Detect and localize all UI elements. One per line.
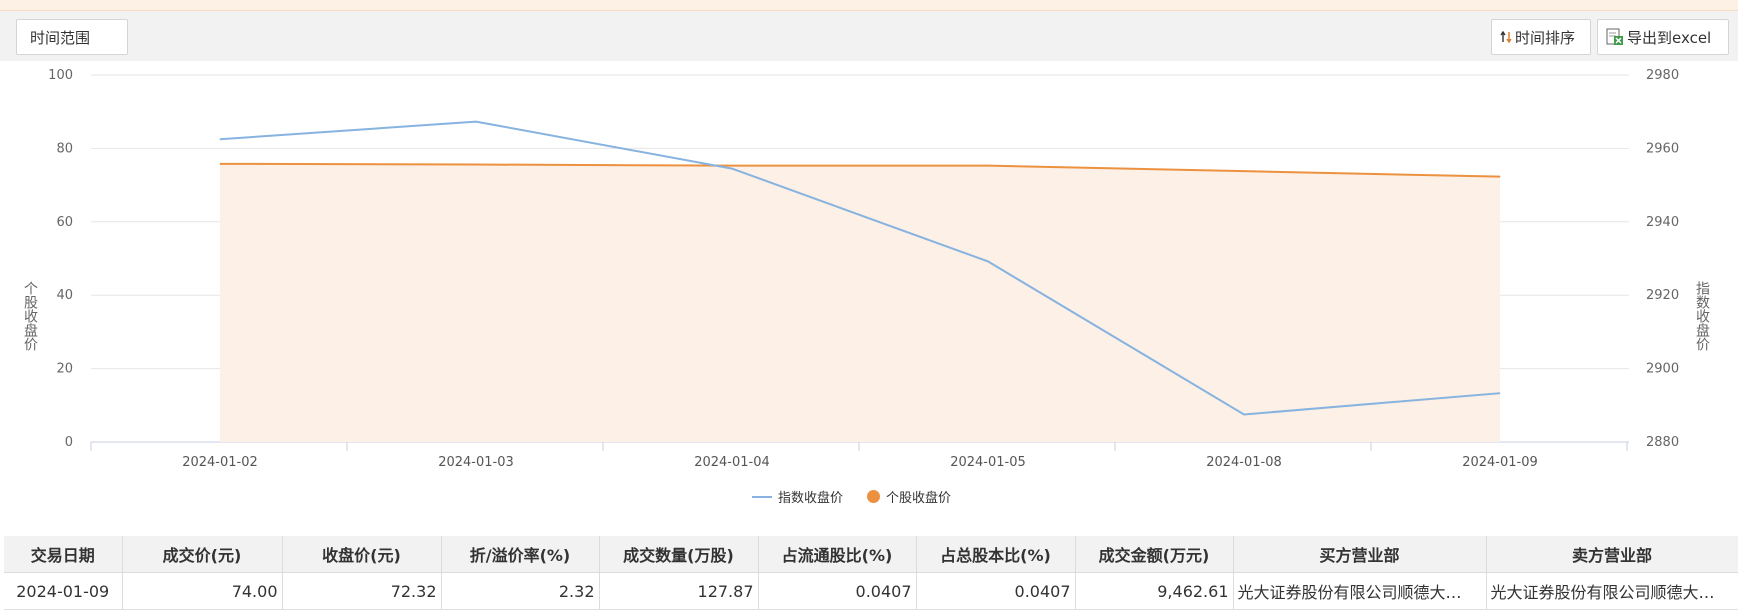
y-left-tick-label: 60 bbox=[56, 215, 73, 230]
legend-stock-label: 个股收盘价 bbox=[886, 491, 952, 506]
y-axis-left-title: 个股收盘价 bbox=[22, 281, 38, 351]
index-data-point bbox=[475, 121, 477, 123]
time-range-button[interactable]: 时间范围 bbox=[16, 19, 128, 55]
export-excel-button[interactable]: 导出到excel bbox=[1597, 19, 1729, 55]
cell-total-ratio: 0.0407 bbox=[916, 572, 1076, 610]
index-data-point bbox=[1243, 413, 1245, 415]
legend-item-stock[interactable]: 个股收盘价 bbox=[867, 487, 951, 506]
cell-close-price: 72.32 bbox=[282, 572, 442, 610]
cell-amount: 9,462.61 bbox=[1075, 572, 1234, 610]
x-tick-label: 2024-01-03 bbox=[438, 455, 514, 470]
stock-data-point bbox=[475, 164, 477, 166]
col-header-total-ratio[interactable]: 占总股本比(%) bbox=[916, 536, 1076, 573]
y-left-tick-label: 0 bbox=[65, 435, 73, 450]
chart-svg: 100 80 60 40 20 0 2980 2960 2940 2920 2900 2880 2024… bbox=[48, 68, 1679, 470]
cell-date: 2024-01-09 bbox=[4, 572, 123, 610]
col-header-float-ratio[interactable]: 占流通股比(%) bbox=[758, 536, 917, 573]
col-header-premium-rate[interactable]: 折/溢价率(%) bbox=[441, 536, 600, 573]
time-range-label: 时间范围 bbox=[30, 28, 91, 47]
cell-seller[interactable]: 光大证券股份有限公司顺德大… bbox=[1486, 572, 1738, 610]
y-left-tick-label: 40 bbox=[56, 288, 73, 303]
col-header-date[interactable]: 交易日期 bbox=[4, 536, 123, 573]
stock-series-area bbox=[220, 163, 1500, 442]
excel-icon bbox=[1606, 28, 1624, 46]
x-tick-label: 2024-01-09 bbox=[1462, 455, 1538, 470]
stock-data-point bbox=[1243, 170, 1245, 172]
col-header-close-price[interactable]: 收盘价(元) bbox=[282, 536, 442, 573]
index-data-point bbox=[219, 138, 221, 140]
stock-data-point bbox=[1499, 176, 1501, 178]
y-right-tick-label: 2980 bbox=[1646, 68, 1679, 83]
x-tick-label: 2024-01-02 bbox=[182, 455, 258, 470]
y-left-tick-label: 20 bbox=[56, 362, 73, 377]
cell-buyer[interactable]: 光大证券股份有限公司顺德大… bbox=[1233, 572, 1487, 610]
x-tick-label: 2024-01-08 bbox=[1206, 455, 1282, 470]
cell-volume: 127.87 bbox=[599, 572, 759, 610]
y-right-tick-label: 2880 bbox=[1646, 435, 1679, 450]
y-right-tick-label: 2940 bbox=[1646, 215, 1679, 230]
export-excel-label: 导出到excel bbox=[1627, 28, 1712, 47]
legend-item-index[interactable]: 指数收盘价 bbox=[752, 487, 843, 506]
col-header-buyer[interactable]: 买方营业部 bbox=[1233, 536, 1487, 573]
col-header-amount[interactable]: 成交金额(万元) bbox=[1075, 536, 1234, 573]
time-sort-label: 时间排序 bbox=[1515, 28, 1576, 47]
index-data-point bbox=[731, 168, 733, 170]
x-tick-label: 2024-01-04 bbox=[694, 455, 770, 470]
col-header-volume[interactable]: 成交数量(万股) bbox=[599, 536, 759, 573]
y-right-tick-label: 2920 bbox=[1646, 288, 1679, 303]
legend-index-label: 指数收盘价 bbox=[778, 491, 844, 506]
stock-data-point bbox=[219, 163, 221, 165]
col-header-seller[interactable]: 卖方营业部 bbox=[1486, 536, 1738, 573]
col-header-trade-price[interactable]: 成交价(元) bbox=[122, 536, 283, 573]
block-trade-table: 交易日期 成交价(元) 收盘价(元) 折/溢价率(%) 成交数量(万股) 占流通… bbox=[4, 536, 1738, 610]
time-sort-button[interactable]: 时间排序 bbox=[1491, 19, 1591, 55]
table-header-row: 交易日期 成交价(元) 收盘价(元) 折/溢价率(%) 成交数量(万股) 占流通… bbox=[4, 536, 1738, 573]
cell-float-ratio: 0.0407 bbox=[758, 572, 917, 610]
stock-data-point bbox=[987, 165, 989, 167]
index-data-point bbox=[1499, 392, 1501, 394]
y-axis-right-title: 指数收盘价 bbox=[1694, 281, 1710, 351]
index-data-point bbox=[987, 260, 989, 262]
stock-series-swatch bbox=[867, 490, 881, 503]
cell-trade-price: 74.00 bbox=[122, 572, 283, 610]
cell-premium-rate: 2.32 bbox=[441, 572, 600, 610]
y-right-tick-label: 2960 bbox=[1646, 141, 1679, 156]
index-series-swatch bbox=[752, 495, 772, 498]
toolbar bbox=[0, 11, 1738, 61]
y-left-tick-label: 80 bbox=[56, 141, 73, 156]
top-accent-bar bbox=[0, 0, 1738, 11]
sort-arrows-icon bbox=[1500, 30, 1512, 44]
x-tick-label: 2024-01-05 bbox=[950, 455, 1026, 470]
y-left-tick-label: 100 bbox=[48, 68, 73, 83]
stock-data-point bbox=[731, 165, 733, 167]
table-row[interactable]: 2024-01-09 74.00 72.32 2.32 127.87 0.040… bbox=[4, 572, 1738, 610]
y-right-tick-label: 2900 bbox=[1646, 362, 1679, 377]
price-chart: 100 80 60 40 20 0 2980 2960 2940 2920 2900 2880 2024… bbox=[0, 61, 1738, 534]
chart-legend: 指数收盘价 个股收盘价 bbox=[752, 487, 975, 506]
